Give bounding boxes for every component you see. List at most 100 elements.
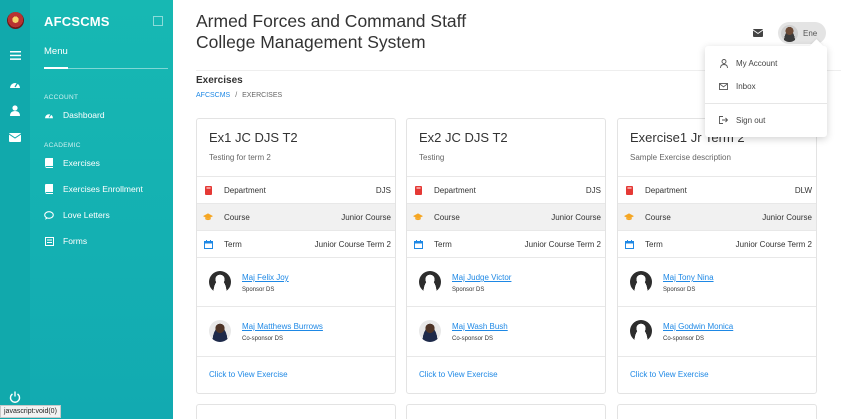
- course-value: Junior Course: [341, 212, 391, 222]
- exercise-description: Sample Exercise description: [630, 153, 731, 162]
- dashboard-icon: [44, 110, 54, 120]
- inbox-menu-item[interactable]: Inbox: [719, 80, 756, 92]
- exercise-title: Ex1 JC DJS T2: [209, 130, 298, 145]
- mail-icon[interactable]: [752, 29, 764, 37]
- avatar: [630, 320, 652, 342]
- sidebar-item-forms[interactable]: Forms: [44, 234, 87, 248]
- menu-item-label: Sign out: [736, 115, 766, 125]
- sidebar: AFCSCMS Menu ACCOUNT Dashboard ACADEMIC …: [30, 0, 173, 419]
- cosponsor-name-link[interactable]: Maj Godwin Monica: [663, 322, 733, 331]
- card-footer: Click to View Exercise: [618, 356, 816, 393]
- section-heading: Exercises: [196, 75, 243, 86]
- department-value: DLW: [794, 185, 812, 195]
- sidebar-item-exercises-enrollment[interactable]: Exercises Enrollment: [44, 182, 143, 196]
- course-row: Course Junior Course: [197, 203, 395, 230]
- user-dropdown-menu: My Account Inbox Sign out: [705, 46, 827, 137]
- menu-divider: [705, 103, 827, 104]
- form-icon: [44, 236, 54, 246]
- envelope-icon[interactable]: [8, 133, 22, 145]
- sidebar-item-label: Exercises: [63, 158, 100, 168]
- sidebar-item-label: Dashboard: [63, 110, 105, 120]
- cosponsor-row: Maj Wash Bush Co-sponsor DS: [407, 306, 605, 355]
- page-title: Armed Forces and Command Staff College M…: [196, 11, 467, 52]
- exercise-card-peek: [196, 404, 396, 419]
- department-row: Department DJS: [197, 176, 395, 203]
- power-icon[interactable]: [9, 391, 21, 403]
- avatar: [209, 320, 231, 342]
- user-name: Ene: [803, 28, 818, 38]
- term-value: Junior Course Term 2: [524, 239, 601, 249]
- cosponsor-row: Maj Matthews Burrows Co-sponsor DS: [197, 306, 395, 355]
- sponsor-name-link[interactable]: Maj Felix Joy: [242, 273, 289, 282]
- menu-lines-icon[interactable]: [8, 51, 22, 63]
- sponsor-role: Sponsor DS: [452, 287, 485, 293]
- exercise-card: Exercise1 Jr Term 2 Sample Exercise desc…: [617, 118, 817, 394]
- view-exercise-link[interactable]: Click to View Exercise: [630, 370, 709, 379]
- book-icon: [44, 184, 54, 194]
- avatar: [781, 24, 798, 42]
- dashboard-gauge-icon[interactable]: [8, 79, 22, 91]
- menu-title: Menu: [44, 46, 68, 57]
- comment-icon: [44, 210, 54, 220]
- graduation-cap-icon: [413, 212, 423, 222]
- department-label: Department: [645, 185, 687, 195]
- avatar: [419, 320, 441, 342]
- sponsor-name-link[interactable]: Maj Tony Nina: [663, 273, 714, 282]
- sidebar-item-exercises[interactable]: Exercises: [44, 156, 100, 170]
- exercise-card: Ex2 JC DJS T2 Testing Department DJS Cou…: [406, 118, 606, 394]
- book-icon: [44, 158, 54, 168]
- view-exercise-link[interactable]: Click to View Exercise: [419, 370, 498, 379]
- cosponsor-name-link[interactable]: Maj Matthews Burrows: [242, 322, 323, 331]
- calendar-icon: [203, 239, 213, 249]
- term-label: Term: [645, 239, 663, 249]
- exercise-description: Testing: [419, 153, 445, 162]
- department-book-icon: [413, 185, 423, 195]
- course-label: Course: [645, 212, 671, 222]
- my-account-menu-item[interactable]: My Account: [719, 57, 777, 69]
- department-value: DJS: [585, 185, 601, 195]
- term-row: Term Junior Course Term 2: [407, 230, 605, 257]
- menu-divider: [44, 67, 168, 69]
- cosponsor-role: Co-sponsor DS: [242, 336, 284, 342]
- course-value: Junior Course: [551, 212, 601, 222]
- breadcrumb-current: EXERCISES: [242, 92, 283, 99]
- term-label: Term: [224, 239, 242, 249]
- term-value: Junior Course Term 2: [735, 239, 812, 249]
- term-row: Term Junior Course Term 2: [618, 230, 816, 257]
- cosponsor-role: Co-sponsor DS: [452, 336, 494, 342]
- envelope-outline-icon: [719, 82, 728, 91]
- graduation-cap-icon: [624, 212, 634, 222]
- breadcrumb: AFCSCMS / EXERCISES: [196, 92, 282, 99]
- department-row: Department DJS: [407, 176, 605, 203]
- sidebar-item-dashboard[interactable]: Dashboard: [44, 108, 105, 122]
- sidebar-item-label: Forms: [63, 236, 88, 246]
- user-icon[interactable]: [8, 105, 22, 117]
- term-value: Junior Course Term 2: [314, 239, 391, 249]
- department-label: Department: [224, 185, 266, 195]
- avatar: [209, 271, 231, 293]
- sponsor-row: Maj Tony Nina Sponsor DS: [618, 257, 816, 306]
- user-outline-icon: [719, 58, 728, 68]
- sponsor-row: Maj Judge Victor Sponsor DS: [407, 257, 605, 306]
- course-label: Course: [434, 212, 460, 222]
- sponsor-name-link[interactable]: Maj Judge Victor: [452, 273, 511, 282]
- sidebar-item-label: Exercises Enrollment: [63, 184, 143, 194]
- breadcrumb-root-link[interactable]: AFCSCMS: [196, 92, 230, 99]
- exercise-card: Ex1 JC DJS T2 Testing for term 2 Departm…: [196, 118, 396, 394]
- menu-item-label: Inbox: [736, 81, 756, 91]
- cosponsor-role: Co-sponsor DS: [663, 336, 705, 342]
- sidebar-item-love-letters[interactable]: Love Letters: [44, 208, 110, 222]
- collapse-sidebar-icon[interactable]: [153, 16, 163, 26]
- sign-out-menu-item[interactable]: Sign out: [719, 114, 765, 126]
- exercise-description: Testing for term 2: [209, 153, 271, 162]
- course-row: Course Junior Course: [407, 203, 605, 230]
- sign-out-icon: [719, 116, 728, 125]
- card-footer: Click to View Exercise: [407, 356, 605, 393]
- course-value: Junior Course: [762, 212, 812, 222]
- term-label: Term: [434, 239, 452, 249]
- college-crest-logo: [7, 12, 24, 29]
- course-row: Course Junior Course: [618, 203, 816, 230]
- browser-status-bar: javascript:void(0): [0, 405, 61, 418]
- view-exercise-link[interactable]: Click to View Exercise: [209, 370, 288, 379]
- cosponsor-name-link[interactable]: Maj Wash Bush: [452, 322, 508, 331]
